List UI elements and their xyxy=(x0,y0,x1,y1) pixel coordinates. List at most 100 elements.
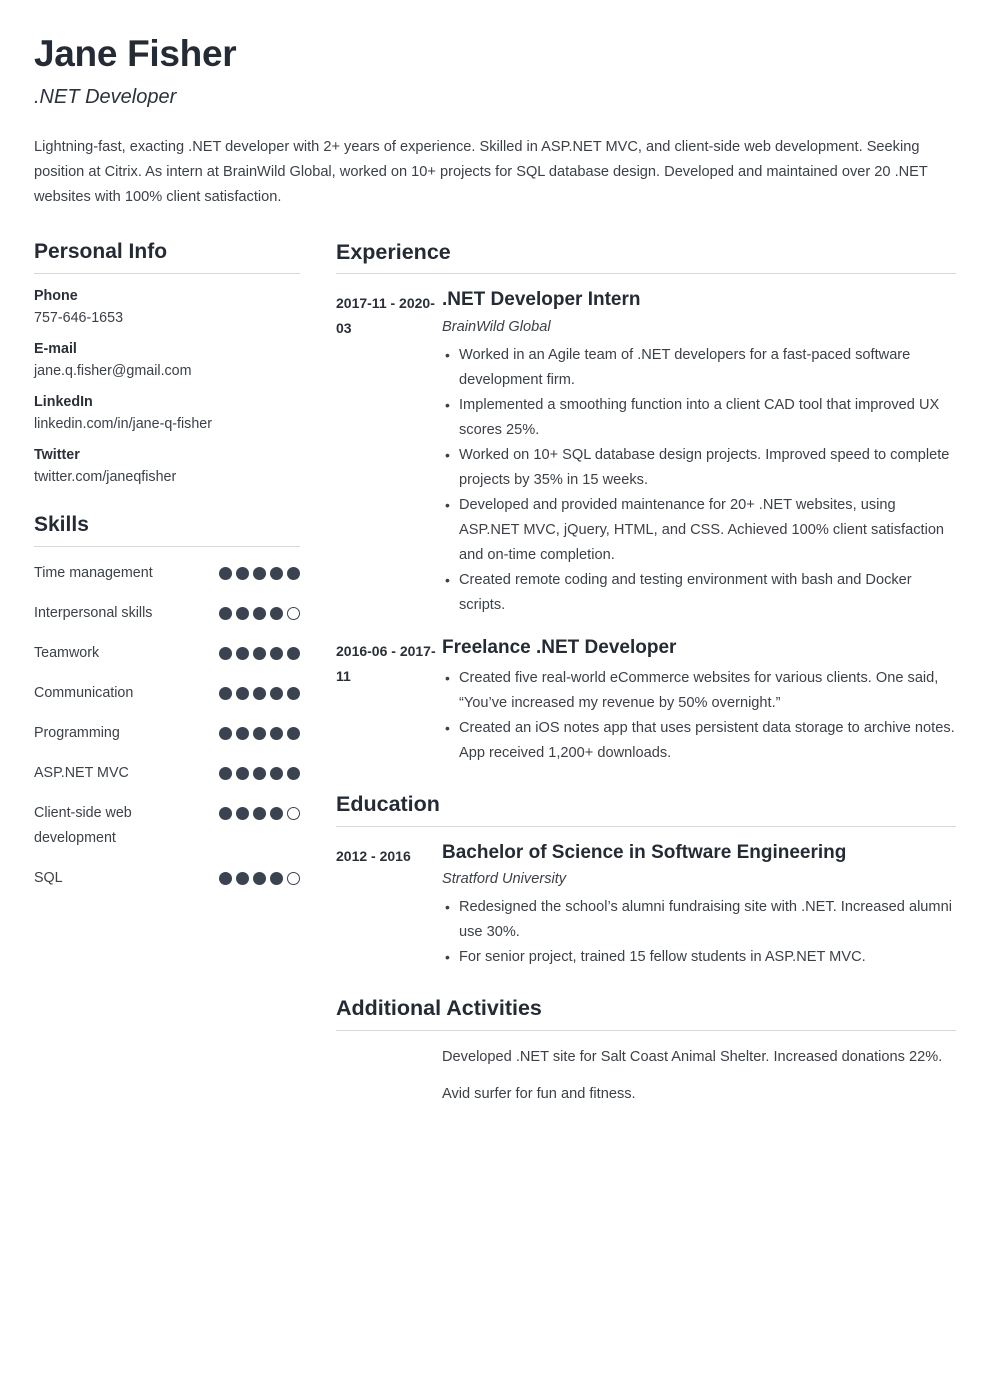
info-item-email: E-mail jane.q.fisher@gmail.com xyxy=(34,341,300,381)
rating-dot-empty-icon xyxy=(287,872,300,886)
rating-dot-filled-icon xyxy=(270,687,283,701)
entry-title: Bachelor of Science in Software Engineer… xyxy=(442,841,847,863)
skill-row: Teamwork xyxy=(34,641,300,666)
skill-rating-dots xyxy=(219,601,300,621)
skill-rating-dots xyxy=(219,721,300,741)
activity-text: Avid surfer for fun and fitness. xyxy=(442,1086,636,1103)
info-item-linkedin: LinkedIn linkedin.com/in/jane-q-fisher xyxy=(34,394,300,434)
rating-dot-filled-icon xyxy=(236,647,249,661)
activity-item: Avid surfer for fun and fitness. xyxy=(336,1082,956,1107)
entry-bullet: Implemented a smoothing function into a … xyxy=(445,393,956,443)
candidate-name: Jane Fisher xyxy=(34,33,237,74)
entry-bullet: Created remote coding and testing enviro… xyxy=(445,568,956,618)
skill-row: Programming xyxy=(34,721,300,746)
resume-header: Jane Fisher .NET Developer Lightning-fas… xyxy=(34,30,956,210)
activities-list: Developed .NET site for Salt Coast Anima… xyxy=(336,1045,956,1107)
rating-dot-filled-icon xyxy=(253,647,266,661)
education-title: Education xyxy=(336,791,440,816)
entry-organization: Stratford University xyxy=(442,871,567,888)
experience-title: Experience xyxy=(336,239,451,264)
rating-dot-filled-icon xyxy=(236,767,249,781)
personal-info-title: Personal Info xyxy=(34,239,168,263)
rating-dot-filled-icon xyxy=(219,807,232,821)
rating-dot-filled-icon xyxy=(236,567,249,581)
skill-name: Time management xyxy=(34,565,153,582)
section-additional-activities: Additional Activities Developed .NET sit… xyxy=(336,996,956,1107)
candidate-job-title: .NET Developer xyxy=(34,85,177,108)
entry-bullet: Worked on 10+ SQL database design projec… xyxy=(445,443,956,493)
info-label: Phone xyxy=(34,287,78,304)
entry-bullet: Created an iOS notes app that uses persi… xyxy=(445,716,956,766)
skill-row: SQL xyxy=(34,866,300,891)
info-value[interactable]: linkedin.com/in/jane-q-fisher xyxy=(34,416,300,434)
skills-title: Skills xyxy=(34,512,89,536)
rating-dot-filled-icon xyxy=(253,687,266,701)
info-item-twitter: Twitter twitter.com/janeqfisher xyxy=(34,447,300,487)
experience-entries: 2017-11 - 2020-03 .NET Developer Intern Br… xyxy=(336,288,956,765)
rating-dot-filled-icon xyxy=(270,647,283,661)
rating-dot-filled-icon xyxy=(287,727,300,741)
skills-divider xyxy=(34,546,300,548)
skill-name: Teamwork xyxy=(34,645,100,662)
entry-dates: 2016-06 - 2017-11 xyxy=(336,643,436,685)
entry-bullet: Developed and provided maintenance for 2… xyxy=(445,493,956,568)
rating-dot-filled-icon xyxy=(219,872,232,886)
info-label: LinkedIn xyxy=(34,393,93,410)
left-column: Personal Info Phone 757-646-1653 E-mail … xyxy=(34,240,300,917)
skill-name: Programming xyxy=(34,725,120,742)
rating-dot-filled-icon xyxy=(287,647,300,661)
rating-dot-filled-icon xyxy=(270,872,283,886)
rating-dot-filled-icon xyxy=(219,647,232,661)
info-value[interactable]: jane.q.fisher@gmail.com xyxy=(34,363,300,381)
skill-row: Communication xyxy=(34,681,300,706)
info-value: 757-646-1653 xyxy=(34,309,124,326)
skill-name: Communication xyxy=(34,685,134,702)
rating-dot-filled-icon xyxy=(219,767,232,781)
skill-name: Client-side web development xyxy=(34,805,132,847)
rating-dot-filled-icon xyxy=(253,607,266,621)
rating-dot-filled-icon xyxy=(236,727,249,741)
education-entries: 2012 - 2016 Bachelor of Science in Softwa… xyxy=(336,841,956,971)
rating-dot-filled-icon xyxy=(270,607,283,621)
rating-dot-filled-icon xyxy=(270,807,283,821)
rating-dot-filled-icon xyxy=(236,872,249,886)
rating-dot-empty-icon xyxy=(287,607,300,621)
rating-dot-filled-icon xyxy=(287,687,300,701)
entry-body: Bachelor of Science in Software Engineer… xyxy=(442,841,956,971)
section-experience: Experience 2017-11 - 2020-03 .NET Develop… xyxy=(336,240,956,766)
rating-dot-filled-icon xyxy=(236,807,249,821)
entry-body: .NET Developer Intern BrainWild Global Wor… xyxy=(442,288,956,618)
entry-organization: BrainWild Global xyxy=(442,319,551,336)
section-education: Education 2012 - 2016 Bachelor of Science… xyxy=(336,792,956,970)
rating-dot-filled-icon xyxy=(253,872,266,886)
skill-rating-dots xyxy=(219,801,300,821)
section-skills: Skills Time management Interpersonal skil… xyxy=(34,513,300,891)
rating-dot-filled-icon xyxy=(287,767,300,781)
entry-dates: 2012 - 2016 xyxy=(336,847,411,864)
entry-experience: 2017-11 - 2020-03 .NET Developer Intern Br… xyxy=(336,288,956,618)
activity-item: Developed .NET site for Salt Coast Anima… xyxy=(336,1045,956,1070)
rating-dot-filled-icon xyxy=(219,567,232,581)
entry-experience: 2016-06 - 2017-11 Freelance .NET Develope… xyxy=(336,636,956,766)
education-divider xyxy=(336,825,956,827)
rating-dot-filled-icon xyxy=(219,727,232,741)
rating-dot-filled-icon xyxy=(236,607,249,621)
section-personal-info: Personal Info Phone 757-646-1653 E-mail … xyxy=(34,240,300,487)
rating-dot-filled-icon xyxy=(253,767,266,781)
skill-row: Interpersonal skills xyxy=(34,601,300,626)
entry-bullet: Worked in an Agile team of .NET develope… xyxy=(445,343,956,393)
entry-bullet: For senior project, trained 15 fellow st… xyxy=(445,945,956,970)
rating-dot-filled-icon xyxy=(270,767,283,781)
rating-dot-filled-icon xyxy=(253,807,266,821)
info-value[interactable]: twitter.com/janeqfisher xyxy=(34,469,300,487)
skill-rating-dots xyxy=(219,761,300,781)
info-label: Twitter xyxy=(34,446,80,463)
personal-info-divider xyxy=(34,272,300,274)
activity-text: Developed .NET site for Salt Coast Anima… xyxy=(442,1049,943,1066)
skill-rating-dots xyxy=(219,681,300,701)
info-item-phone: Phone 757-646-1653 xyxy=(34,288,300,328)
rating-dot-filled-icon xyxy=(270,567,283,581)
entry-dates: 2017-11 - 2020-03 xyxy=(336,295,435,337)
entry-title: Freelance .NET Developer xyxy=(442,637,677,659)
entry-education: 2012 - 2016 Bachelor of Science in Softwa… xyxy=(336,841,956,971)
